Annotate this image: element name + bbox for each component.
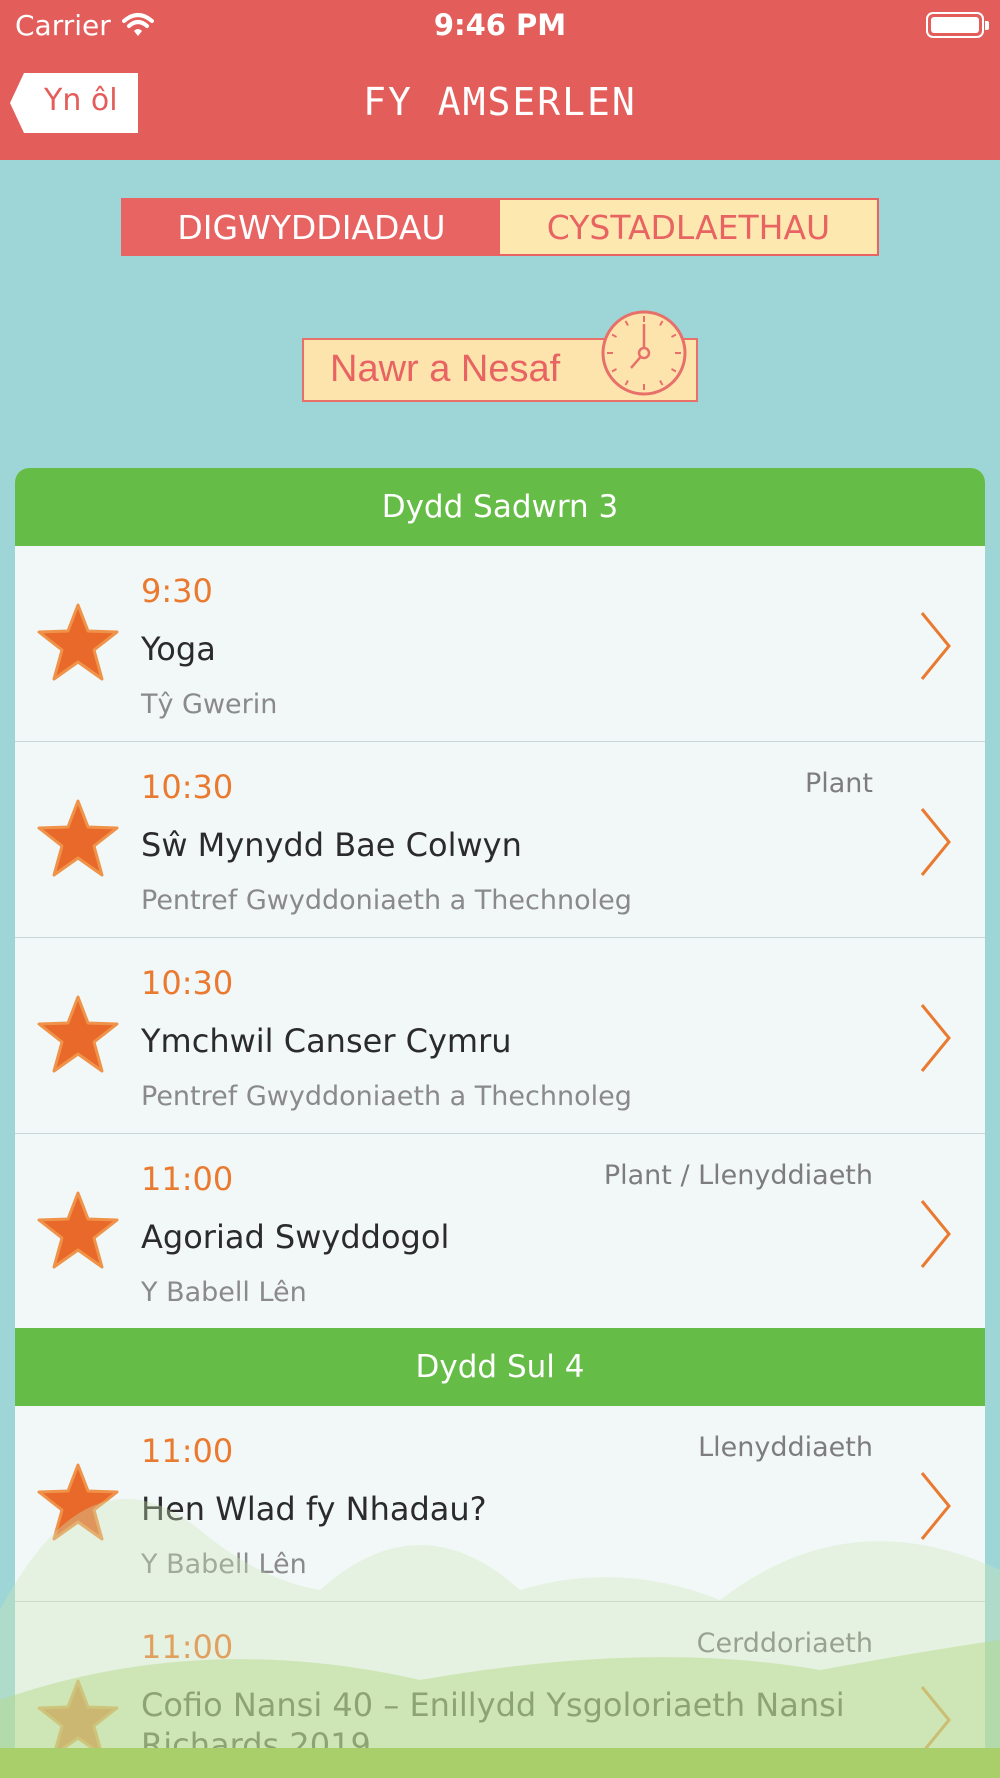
event-title: Ymchwil Canser Cymru	[141, 1022, 512, 1060]
event-venue: Tŷ Gwerin	[141, 689, 278, 720]
event-time: 9:30	[141, 572, 213, 610]
event-venue: Pentref Gwyddoniaeth a Thechnoleg	[141, 1081, 632, 1112]
event-time: 10:30	[141, 964, 234, 1002]
chevron-right-icon	[920, 612, 951, 680]
clock-icon	[601, 310, 687, 396]
event-category: Llenyddiaeth	[698, 1432, 873, 1463]
event-title: Sŵ Mynydd Bae Colwyn	[141, 826, 522, 864]
status-bar: Carrier 9:46 PM	[0, 0, 1000, 50]
event-title: Yoga	[141, 630, 216, 668]
battery-icon	[926, 12, 989, 38]
event-category: Plant	[804, 768, 873, 799]
event-title: Agoriad Swyddogol	[141, 1218, 450, 1256]
chevron-right-icon	[920, 808, 951, 876]
now-and-next-label: Nawr a Nesaf	[330, 348, 561, 390]
event-time: 11:00	[141, 1628, 234, 1666]
event-title: Hen Wlad fy Nhadau?	[141, 1490, 487, 1528]
event-time: 11:00	[141, 1432, 234, 1470]
chevron-right-icon	[920, 1472, 951, 1540]
event-category: Plant / Llenyddiaeth	[603, 1160, 873, 1191]
event-venue: Pentref Gwyddoniaeth a Thechnoleg	[141, 885, 632, 916]
event-title: Cofio Nansi 40 – Enillydd Ysgoloriaeth N…	[141, 1686, 845, 1748]
event-row[interactable]: 11:00 Llenyddiaeth Hen Wlad fy Nhadau? Y…	[15, 1406, 985, 1602]
chevron-right-icon	[920, 1004, 951, 1072]
star-icon[interactable]	[35, 1189, 121, 1271]
segment-competitions[interactable]: CYSTADLAETHAU	[500, 200, 877, 254]
day-header-sunday: Dydd Sul 4	[15, 1328, 985, 1406]
event-category: Cerddoriaeth	[696, 1628, 873, 1659]
event-row[interactable]: 9:30 Yoga Tŷ Gwerin	[15, 546, 985, 742]
event-row[interactable]: 11:00 Plant / Llenyddiaeth Agoriad Swydd…	[15, 1134, 985, 1330]
event-row[interactable]: 10:30 Ymchwil Canser Cymru Pentref Gwydd…	[15, 938, 985, 1134]
page-title: FY AMSERLEN	[363, 80, 637, 124]
event-time: 10:30	[141, 768, 234, 806]
star-icon[interactable]	[35, 601, 121, 683]
star-icon[interactable]	[35, 993, 121, 1075]
now-and-next-button[interactable]: Nawr a Nesaf	[302, 310, 698, 402]
star-icon[interactable]	[35, 1461, 121, 1543]
star-icon[interactable]	[35, 1677, 121, 1748]
schedule-type-segmented-control: DIGWYDDIADAU CYSTADLAETHAU	[121, 198, 879, 256]
event-time: 11:00	[141, 1160, 234, 1198]
event-row[interactable]: 11:00 Cerddoriaeth Cofio Nansi 40 – Enil…	[15, 1602, 985, 1748]
status-time: 9:46 PM	[433, 8, 567, 42]
event-venue: Y Babell Lên	[141, 1549, 307, 1580]
chevron-right-icon	[920, 1200, 951, 1268]
event-row[interactable]: 10:30 Plant Sŵ Mynydd Bae Colwyn Pentref…	[15, 742, 985, 938]
schedule-list[interactable]: Dydd Sadwrn 3 9:30 Yoga Tŷ Gwerin 10:30 …	[15, 468, 985, 1748]
navigation-bar: Yn ôl FY AMSERLEN	[0, 50, 1000, 160]
star-icon[interactable]	[35, 797, 121, 879]
day-header-saturday: Dydd Sadwrn 3	[15, 468, 985, 546]
event-venue: Y Babell Lên	[141, 1277, 307, 1308]
segment-events[interactable]: DIGWYDDIADAU	[123, 200, 500, 254]
chevron-right-icon	[920, 1686, 951, 1748]
